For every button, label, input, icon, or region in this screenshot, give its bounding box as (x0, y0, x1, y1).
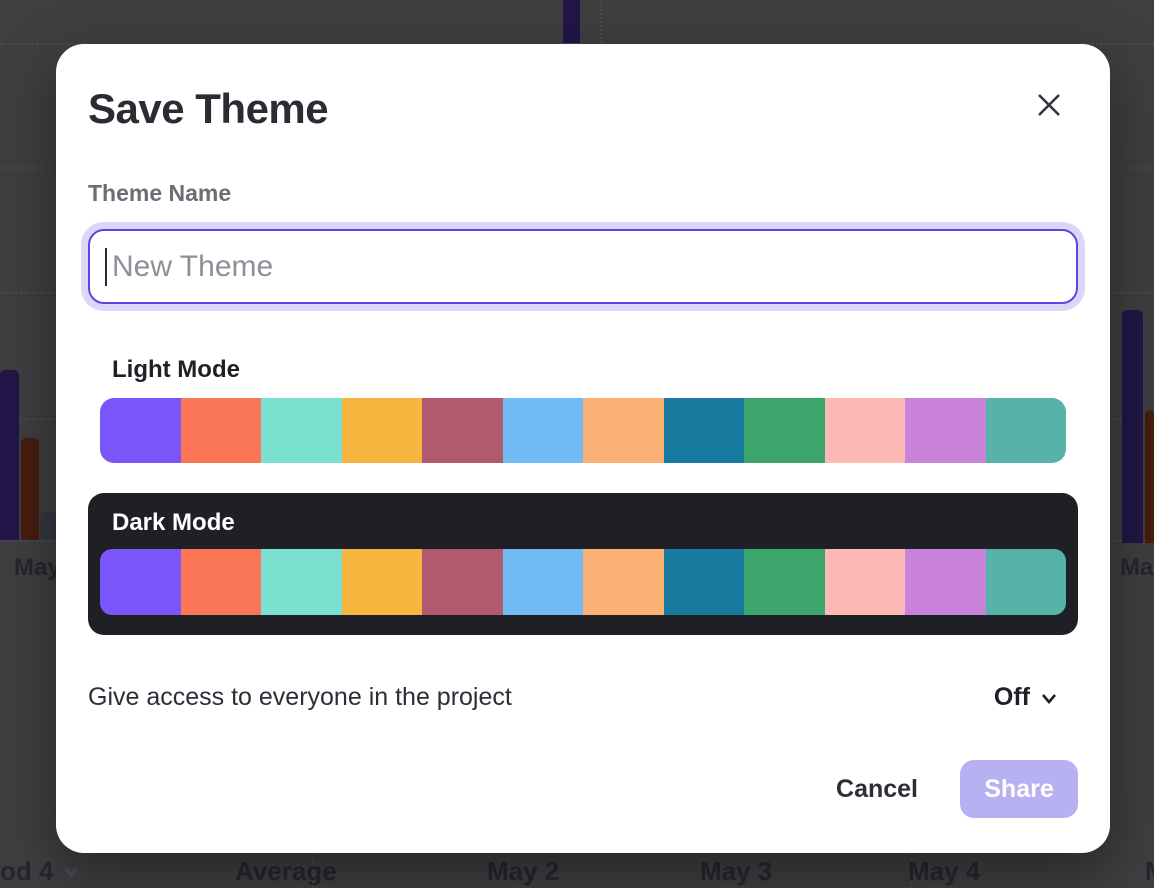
dark-mode-card: Dark Mode (88, 493, 1078, 635)
chart-bar (1122, 310, 1143, 543)
access-dropdown-value: Off (994, 683, 1030, 712)
palette-swatch (664, 398, 745, 463)
palette-swatch (905, 549, 986, 615)
dialog-footer: Cancel Share (88, 760, 1078, 818)
light-mode-label: Light Mode (112, 356, 1078, 384)
cancel-button[interactable]: Cancel (836, 765, 918, 814)
chart-bar (563, 0, 580, 43)
palette-swatch (503, 398, 584, 463)
palette-swatch (583, 549, 664, 615)
column-header-may4: May 4 (908, 856, 980, 887)
close-icon (1036, 92, 1062, 118)
palette-swatch (181, 398, 262, 463)
column-header-may2: May 2 (487, 856, 559, 887)
palette-swatch (905, 398, 986, 463)
x-axis-label: May (14, 554, 61, 582)
gridline (600, 0, 602, 43)
column-header-average: Average (235, 856, 337, 887)
palette-swatch (422, 549, 503, 615)
theme-name-field-wrap (88, 229, 1078, 304)
save-theme-dialog: Save Theme Theme Name Light Mode Dark Mo… (56, 44, 1110, 853)
light-mode-palette (100, 398, 1066, 463)
chart-bar (1145, 410, 1154, 543)
chart-bar (40, 512, 56, 540)
palette-swatch (664, 549, 745, 615)
palette-swatch (261, 398, 342, 463)
palette-swatch (342, 398, 423, 463)
dialog-title: Save Theme (88, 84, 1078, 134)
palette-swatch (986, 549, 1067, 615)
text-caret (105, 248, 107, 286)
palette-swatch (503, 549, 584, 615)
dark-mode-palette (100, 549, 1066, 615)
palette-swatch (825, 398, 906, 463)
column-header-partial: M (1145, 856, 1154, 887)
period-dropdown[interactable]: od 4 (0, 856, 79, 887)
access-dropdown[interactable]: Off (994, 683, 1058, 712)
palette-swatch (744, 549, 825, 615)
dark-mode-label: Dark Mode (112, 509, 1066, 537)
share-button[interactable]: Share (960, 760, 1078, 818)
x-axis-label: Ma (1120, 554, 1153, 582)
access-label: Give access to everyone in the project (88, 683, 512, 712)
access-row: Give access to everyone in the project O… (88, 683, 1078, 712)
palette-swatch (825, 549, 906, 615)
theme-name-label: Theme Name (88, 180, 1078, 207)
theme-name-input[interactable] (88, 229, 1078, 304)
chevron-down-icon (1040, 689, 1058, 707)
column-header-may3: May 3 (700, 856, 772, 887)
close-button[interactable] (1032, 88, 1066, 122)
period-dropdown-label: od 4 (0, 856, 53, 887)
palette-swatch (342, 549, 423, 615)
chart-bar (21, 438, 39, 540)
palette-swatch (744, 398, 825, 463)
palette-swatch (261, 549, 342, 615)
chart-bar (0, 370, 19, 540)
palette-swatch (100, 549, 181, 615)
palette-swatch (583, 398, 664, 463)
palette-swatch (181, 549, 262, 615)
palette-swatch (986, 398, 1067, 463)
palette-swatch (422, 398, 503, 463)
palette-swatch (100, 398, 181, 463)
chevron-down-icon (63, 864, 79, 880)
